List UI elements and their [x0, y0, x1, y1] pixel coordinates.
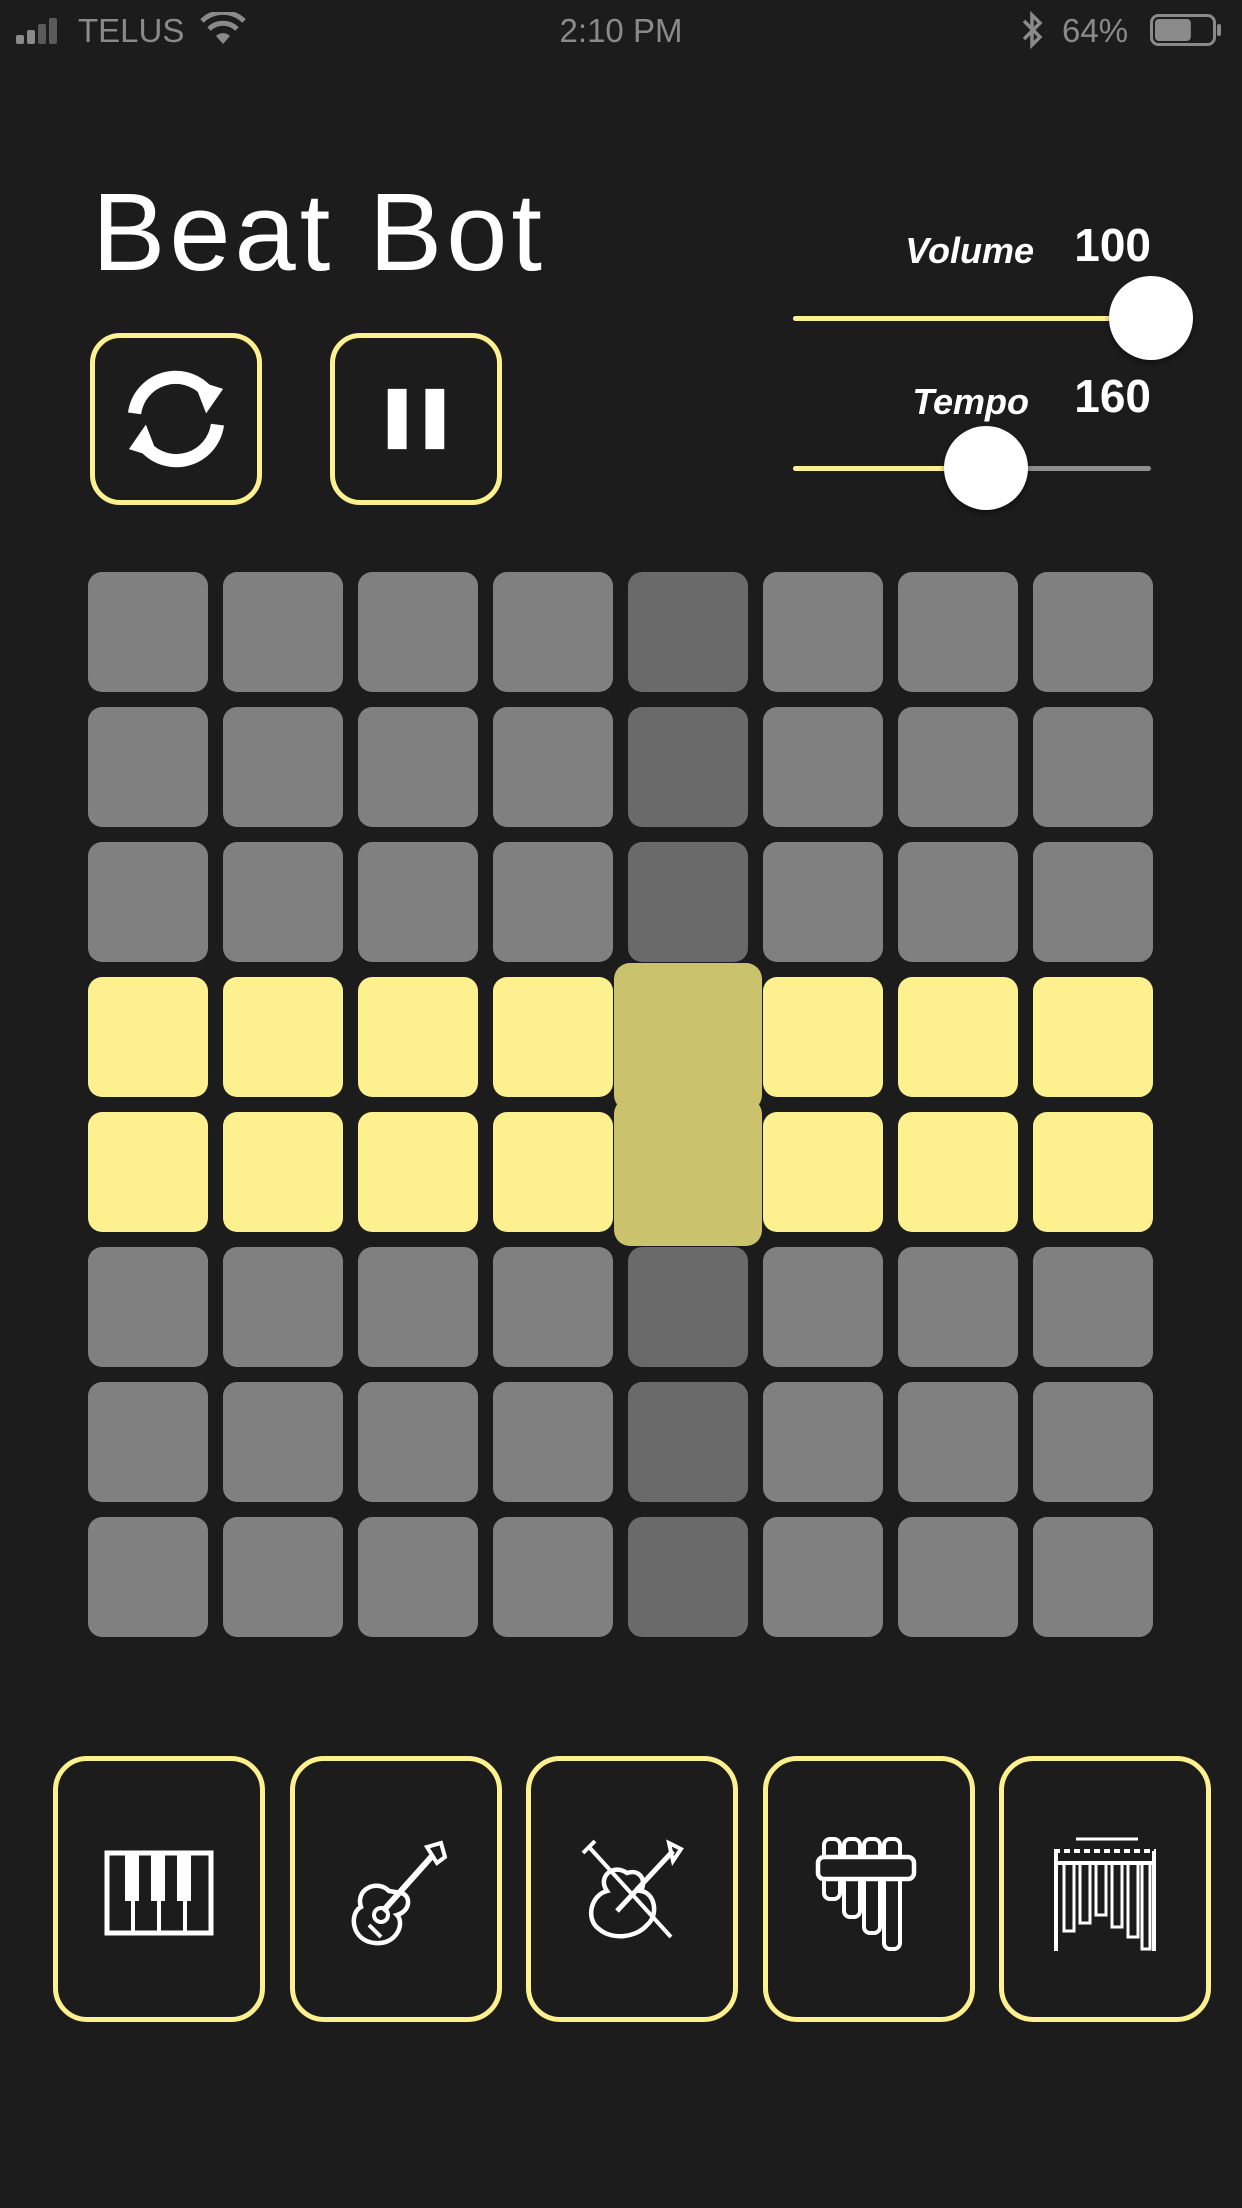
- pause-icon: [387, 388, 445, 450]
- grid-cell[interactable]: [223, 1517, 343, 1637]
- grid-cell[interactable]: [493, 1112, 613, 1232]
- status-time: 2:10 PM: [559, 12, 683, 49]
- volume-slider-thumb[interactable]: [1109, 276, 1193, 360]
- xylophone-button[interactable]: [999, 1756, 1211, 2022]
- sequencer-grid: [88, 572, 1154, 1638]
- grid-cell[interactable]: [628, 842, 748, 962]
- grid-cell[interactable]: [763, 1382, 883, 1502]
- grid-cell[interactable]: [88, 1247, 208, 1367]
- grid-cell[interactable]: [88, 842, 208, 962]
- grid-cell[interactable]: [358, 977, 478, 1097]
- grid-cell[interactable]: [493, 842, 613, 962]
- tempo-slider[interactable]: [793, 426, 1151, 510]
- grid-cell[interactable]: [614, 963, 762, 1111]
- grid-cell[interactable]: [493, 1517, 613, 1637]
- grid-cell[interactable]: [763, 842, 883, 962]
- grid-cell[interactable]: [628, 707, 748, 827]
- grid-cell[interactable]: [763, 1517, 883, 1637]
- grid-cell[interactable]: [628, 1247, 748, 1367]
- guitar-icon: [351, 1840, 448, 1946]
- violin-button[interactable]: [526, 1756, 738, 2022]
- grid-cell[interactable]: [1033, 1112, 1153, 1232]
- status-bar: TELUS 2:10 PM 64%: [0, 0, 1242, 60]
- tempo-label: Tempo: [912, 381, 1029, 422]
- tempo-slider-thumb[interactable]: [944, 426, 1029, 510]
- grid-cell[interactable]: [88, 1112, 208, 1232]
- pause-button[interactable]: [330, 333, 502, 505]
- grid-cell[interactable]: [628, 1382, 748, 1502]
- grid-cell[interactable]: [898, 572, 1018, 692]
- grid-cell[interactable]: [1033, 1247, 1153, 1367]
- grid-cell[interactable]: [1033, 707, 1153, 827]
- battery-percentage: 64%: [1062, 12, 1129, 49]
- grid-cell[interactable]: [898, 1517, 1018, 1637]
- xylophone-icon: [1054, 1837, 1156, 1951]
- grid-cell[interactable]: [223, 977, 343, 1097]
- grid-cell[interactable]: [493, 977, 613, 1097]
- grid-cell[interactable]: [628, 572, 748, 692]
- grid-cell[interactable]: [223, 572, 343, 692]
- refresh-icon: [128, 370, 224, 468]
- volume-slider[interactable]: [793, 276, 1193, 360]
- reset-button[interactable]: [90, 333, 262, 505]
- grid-cell[interactable]: [358, 1382, 478, 1502]
- grid-cell[interactable]: [88, 977, 208, 1097]
- grid-cell[interactable]: [88, 572, 208, 692]
- grid-cell[interactable]: [493, 707, 613, 827]
- app-title: Beat Bot: [92, 171, 546, 294]
- grid-cell[interactable]: [898, 707, 1018, 827]
- grid-cell[interactable]: [898, 842, 1018, 962]
- grid-cell[interactable]: [898, 977, 1018, 1097]
- grid-cell[interactable]: [493, 1247, 613, 1367]
- grid-cell[interactable]: [358, 1112, 478, 1232]
- grid-cell[interactable]: [223, 1112, 343, 1232]
- grid-cell[interactable]: [1033, 572, 1153, 692]
- bluetooth-icon: [1022, 10, 1043, 50]
- pan-flute-button[interactable]: [763, 1756, 975, 2022]
- grid-cell[interactable]: [1033, 977, 1153, 1097]
- battery-icon: [1150, 14, 1221, 46]
- grid-cell[interactable]: [223, 1382, 343, 1502]
- violin-icon: [581, 1839, 684, 1939]
- grid-cell[interactable]: [763, 707, 883, 827]
- grid-cell[interactable]: [358, 707, 478, 827]
- grid-cell[interactable]: [358, 1247, 478, 1367]
- grid-cell[interactable]: [88, 1517, 208, 1637]
- grid-cell[interactable]: [223, 842, 343, 962]
- tempo-value: 160: [1074, 370, 1151, 422]
- volume-value: 100: [1074, 219, 1151, 271]
- piano-button[interactable]: [53, 1756, 265, 2022]
- piano-icon: [104, 1850, 214, 1936]
- guitar-button[interactable]: [290, 1756, 502, 2022]
- grid-cell[interactable]: [1033, 842, 1153, 962]
- grid-cell[interactable]: [763, 977, 883, 1097]
- grid-cell[interactable]: [898, 1112, 1018, 1232]
- grid-cell[interactable]: [898, 1247, 1018, 1367]
- grid-cell[interactable]: [1033, 1382, 1153, 1502]
- grid-cell[interactable]: [358, 572, 478, 692]
- grid-cell[interactable]: [763, 1247, 883, 1367]
- grid-cell[interactable]: [223, 707, 343, 827]
- grid-cell[interactable]: [358, 1517, 478, 1637]
- volume-slider-fill: [793, 316, 1151, 321]
- grid-cell[interactable]: [493, 1382, 613, 1502]
- volume-label: Volume: [905, 230, 1034, 271]
- grid-cell[interactable]: [1033, 1517, 1153, 1637]
- grid-cell[interactable]: [223, 1247, 343, 1367]
- grid-cell[interactable]: [493, 572, 613, 692]
- grid-cell[interactable]: [358, 842, 478, 962]
- pan-flute-icon: [815, 1837, 917, 1951]
- grid-cell[interactable]: [628, 1517, 748, 1637]
- grid-cell[interactable]: [614, 1098, 762, 1246]
- grid-cell[interactable]: [88, 1382, 208, 1502]
- grid-cell[interactable]: [898, 1382, 1018, 1502]
- grid-cell[interactable]: [763, 572, 883, 692]
- grid-cell[interactable]: [88, 707, 208, 827]
- grid-cell[interactable]: [763, 1112, 883, 1232]
